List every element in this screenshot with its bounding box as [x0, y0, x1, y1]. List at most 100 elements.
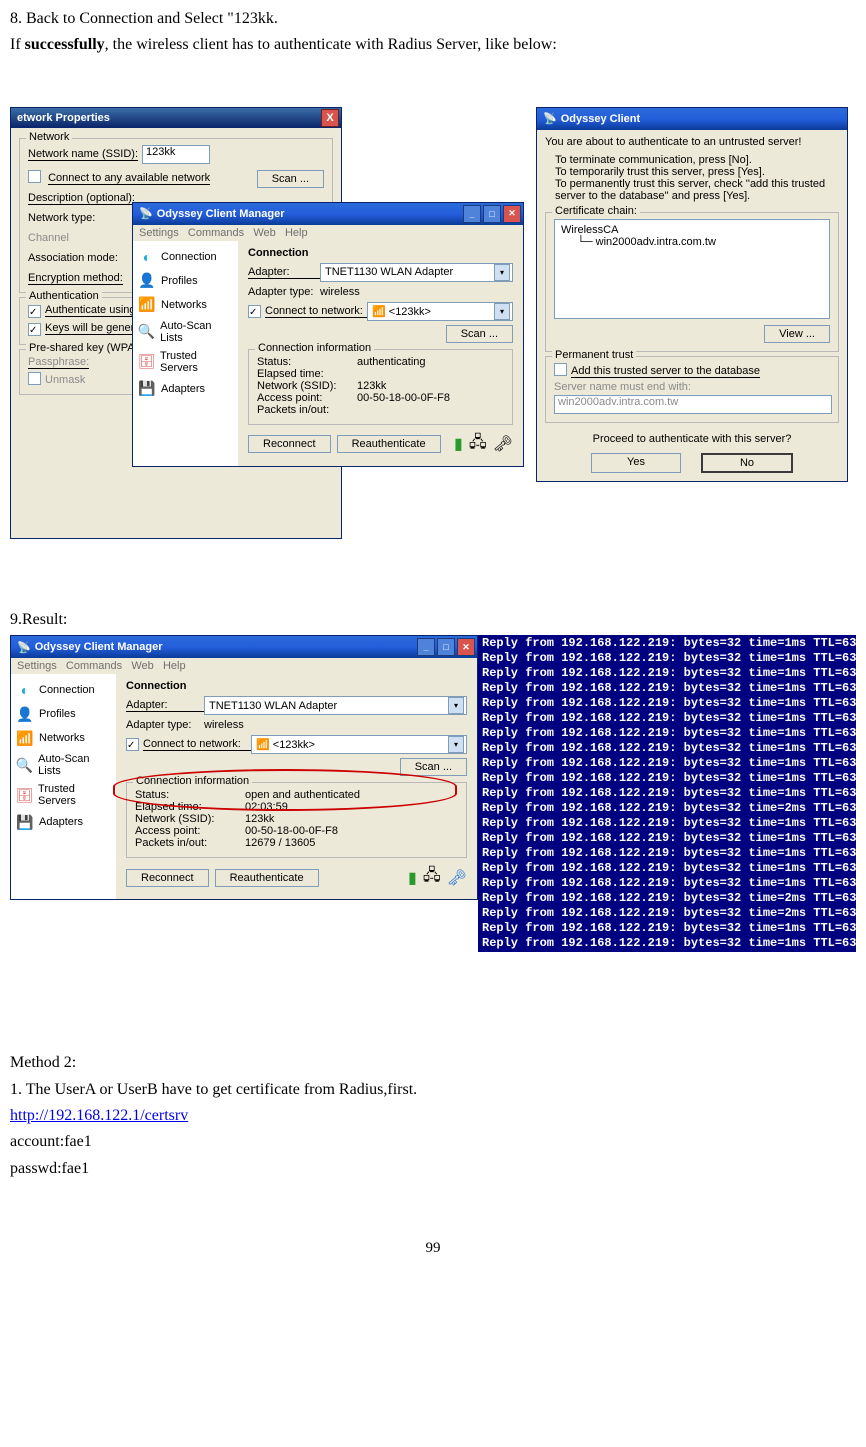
sidebar-item-connection[interactable]: ◐Connection	[133, 245, 238, 269]
reconnect-button[interactable]: Reconnect	[248, 435, 331, 453]
sidebar-item-networks[interactable]: 📶Networks	[11, 726, 116, 750]
menu-help[interactable]: Help	[285, 227, 308, 239]
netprops-titlebar: etwork Properties X	[11, 108, 341, 128]
view-button[interactable]: View ...	[764, 325, 830, 343]
connect-label: Connect to network:	[143, 738, 251, 751]
cert-chain-group: Certificate chain: WirelessCA └─ win2000…	[545, 212, 839, 352]
adapter-select[interactable]: TNET1130 WLAN Adapter▾	[320, 263, 513, 282]
network-select[interactable]: 📶 <123kk>▾	[251, 735, 467, 754]
status-value: open and authenticated	[245, 789, 360, 801]
odyssey-menu: Settings Commands Web Help	[133, 225, 523, 241]
sidebar-item-trusted[interactable]: 🗄Trusted Servers	[11, 780, 116, 810]
legend-psk: Pre-shared key (WPA)	[26, 342, 141, 354]
menu-settings[interactable]: Settings	[139, 227, 179, 239]
adapter-select[interactable]: TNET1130 WLAN Adapter▾	[204, 696, 467, 715]
odyssey-title: Odyssey Client Manager	[157, 208, 285, 220]
close-icon[interactable]: ✕	[503, 205, 521, 223]
profiles-icon: 👤	[15, 705, 35, 723]
connection-icon: ◐	[137, 248, 157, 266]
legend-chain: Certificate chain:	[552, 205, 640, 217]
maximize-icon[interactable]: □	[437, 638, 455, 656]
dlg-line1: You are about to authenticate to an untr…	[545, 136, 839, 148]
method2-step1: 1. The UserA or UserB have to get certif…	[10, 1079, 856, 1101]
sidebar-item-networks[interactable]: 📶Networks	[133, 293, 238, 317]
figure-1: etwork Properties X Network Network name…	[10, 107, 856, 539]
keys-checkbox[interactable]	[28, 323, 41, 336]
minimize-icon[interactable]: _	[417, 638, 435, 656]
yes-button[interactable]: Yes	[591, 453, 681, 473]
ap-label: Access point:	[135, 825, 245, 837]
any-network-label: Connect to any available network	[48, 172, 210, 185]
add-db-checkbox[interactable]	[554, 363, 567, 376]
authenticate-label: Authenticate using	[45, 304, 136, 317]
sidebar-item-profiles[interactable]: 👤Profiles	[11, 702, 116, 726]
menu-commands[interactable]: Commands	[188, 227, 244, 239]
ssid-label: Network (SSID):	[257, 380, 357, 392]
menu-commands[interactable]: Commands	[66, 660, 122, 672]
sidebar-item-adapters[interactable]: 💾Adapters	[11, 810, 116, 834]
adapter-icon: 🖧	[423, 864, 441, 891]
pio-label: Packets in/out:	[135, 837, 245, 849]
any-network-checkbox[interactable]	[28, 170, 41, 183]
menu-settings[interactable]: Settings	[17, 660, 57, 672]
atype-label: Adapter type:	[126, 719, 204, 731]
connect-checkbox[interactable]	[126, 738, 139, 751]
status-icons: ▮ 🖧 🗝	[454, 431, 513, 458]
elapsed-label: Elapsed time:	[135, 801, 245, 813]
cert-tree[interactable]: WirelessCA └─ win2000adv.intra.com.tw	[554, 219, 830, 319]
chevron-down-icon: ▾	[494, 264, 510, 281]
networks-icon: 📶	[15, 729, 35, 747]
maximize-icon[interactable]: □	[483, 205, 501, 223]
reconnect-button[interactable]: Reconnect	[126, 869, 209, 887]
close-icon[interactable]: X	[321, 109, 339, 127]
adapters-icon: 💾	[15, 813, 35, 831]
menu-web[interactable]: Web	[131, 660, 153, 672]
no-button[interactable]: No	[701, 453, 793, 473]
assoc-label: Association mode:	[28, 252, 118, 264]
step-8-success-text: If successfully, the wireless client has…	[10, 34, 856, 56]
scan-button[interactable]: Scan ...	[257, 170, 324, 188]
sidebar-item-adapters[interactable]: 💾Adapters	[133, 377, 238, 401]
connect-checkbox[interactable]	[248, 305, 261, 318]
end-with-input: win2000adv.intra.com.tw	[554, 395, 832, 414]
network-select[interactable]: 📶 <123kk>▾	[367, 302, 513, 321]
rest-sentence: , the wireless client has to authenticat…	[105, 36, 557, 53]
enc-label: Encryption method:	[28, 272, 123, 285]
sidebar-item-autoscan[interactable]: 🔍Auto-Scan Lists	[133, 317, 238, 347]
scan-button[interactable]: Scan ...	[400, 758, 467, 776]
scan-button[interactable]: Scan ...	[446, 325, 513, 343]
dlg-line4: To permanently trust this server, check …	[545, 178, 839, 202]
adapter-label: Adapter:	[126, 699, 204, 712]
ap-label: Access point:	[257, 392, 357, 404]
reauth-button[interactable]: Reauthenticate	[337, 435, 441, 453]
chevron-down-icon: ▾	[448, 736, 464, 753]
certsrv-link[interactable]: http://192.168.122.1/certsrv	[10, 1107, 188, 1124]
connection-heading: Connection	[126, 680, 467, 692]
menu-help[interactable]: Help	[163, 660, 186, 672]
profiles-icon: 👤	[137, 272, 157, 290]
end-with-label: Server name must end with:	[554, 381, 691, 393]
ap-value: 00-50-18-00-0F-F8	[357, 392, 450, 404]
close-icon[interactable]: ✕	[457, 638, 475, 656]
authenticate-checkbox[interactable]	[28, 305, 41, 318]
signal-icon: ▮	[454, 434, 463, 454]
atype-value: wireless	[204, 719, 244, 731]
menu-web[interactable]: Web	[253, 227, 275, 239]
tree-root: WirelessCA	[561, 224, 823, 236]
ssid-input[interactable]: 123kk	[142, 145, 210, 164]
sidebar-item-autoscan[interactable]: 🔍Auto-Scan Lists	[11, 750, 116, 780]
odyssey2-titlebar: 📡Odyssey Client Manager _ □ ✕	[11, 636, 477, 658]
sidebar-item-trusted[interactable]: 🗄Trusted Servers	[133, 347, 238, 377]
atype-label: Adapter type:	[248, 286, 320, 298]
reauth-button[interactable]: Reauthenticate	[215, 869, 319, 887]
signal-icon: ▮	[408, 868, 417, 888]
type-label: Network type:	[28, 212, 95, 224]
successfully-word: successfully	[25, 36, 105, 53]
odyssey-icon: 📡	[17, 641, 31, 654]
sidebar-item-profiles[interactable]: 👤Profiles	[133, 269, 238, 293]
ping-terminal: Reply from 192.168.122.219: bytes=32 tim…	[478, 635, 856, 952]
page-number: 99	[10, 1240, 856, 1257]
add-db-label: Add this trusted server to the database	[571, 365, 760, 378]
minimize-icon[interactable]: _	[463, 205, 481, 223]
sidebar-item-connection[interactable]: ◐Connection	[11, 678, 116, 702]
